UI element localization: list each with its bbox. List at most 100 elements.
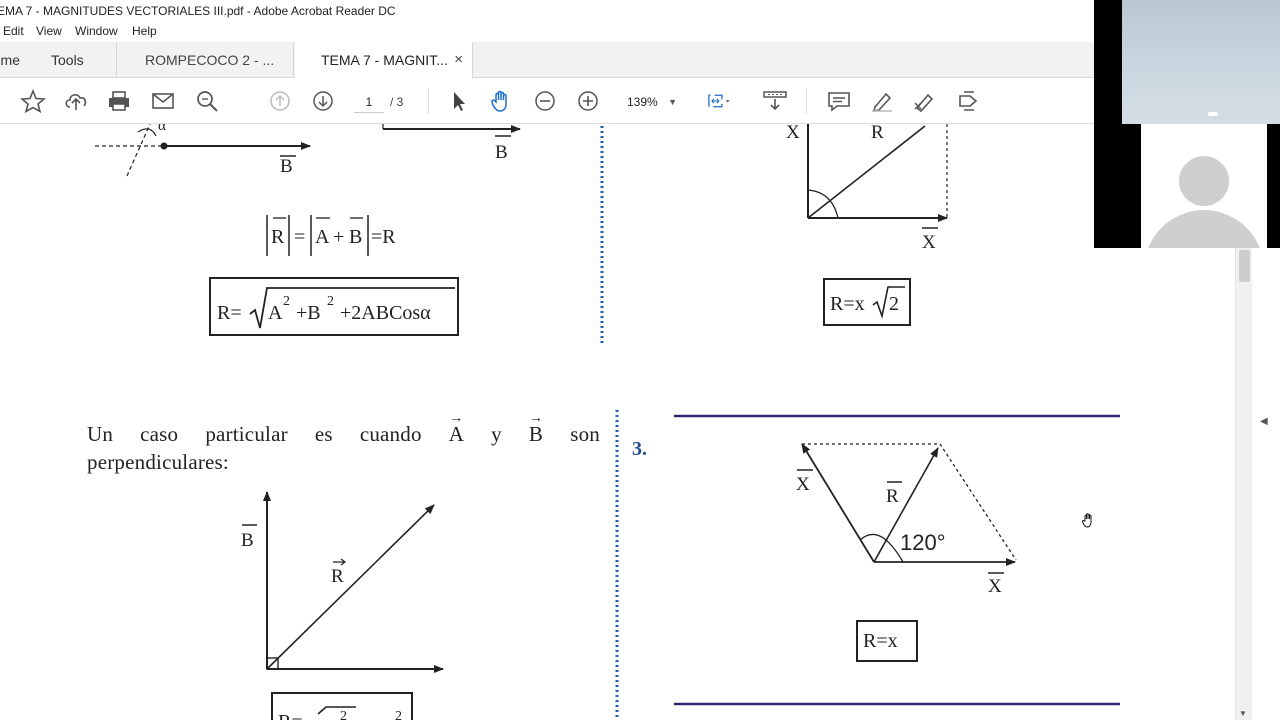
sign-icon[interactable] — [912, 89, 938, 113]
webcam-feed — [1122, 0, 1280, 124]
vector-r-label: R — [331, 566, 344, 587]
word: particular — [205, 422, 288, 446]
tab-document-tema7-label: TEMA 7 - MAGNIT... — [321, 52, 448, 68]
perpendicular-vector-diagram: B R — [241, 491, 444, 673]
scroll-mode-icon[interactable] — [762, 89, 788, 113]
page-number-input[interactable]: 1 — [354, 91, 384, 113]
formula-plus-b: +B — [296, 302, 321, 324]
tab-home-label: me — [0, 52, 20, 68]
avatar-body — [1144, 210, 1264, 248]
fit-page-icon[interactable] — [706, 89, 742, 113]
document-page[interactable]: α B B R = A + B =R R= A 2 +B 2 +2ABCosα … — [0, 124, 1235, 720]
toolbar-divider — [428, 88, 429, 114]
scrollbar-thumb[interactable] — [1239, 250, 1250, 282]
formula-prefix: R= — [278, 711, 303, 720]
hand-cursor-icon — [1081, 513, 1092, 528]
word: caso — [140, 422, 179, 446]
eq-plus: + — [333, 226, 344, 248]
highlight-icon[interactable] — [869, 89, 895, 113]
page-total: / 3 — [390, 95, 404, 109]
alpha-label: α — [158, 124, 166, 134]
star-icon[interactable] — [19, 88, 47, 114]
menu-window[interactable]: Window — [75, 24, 118, 38]
tab-document-rompecoco-label: ROMPECOCO 2 - ... — [145, 52, 275, 68]
menu-bar: Edit View Window Help — [0, 22, 1094, 42]
email-icon[interactable] — [150, 89, 176, 113]
vector-b-label: B — [241, 530, 254, 551]
vector-x-label: X — [786, 124, 800, 143]
result-root: 2 — [889, 293, 899, 315]
formula-exp: 2 — [395, 709, 402, 720]
vector-r-label: R — [886, 486, 899, 507]
rhombus-result-box: R=x — [856, 620, 918, 662]
tab-document-rompecoco[interactable]: ROMPECOCO 2 - ... — [116, 42, 294, 78]
magnitude-equation: R = A + B =R — [266, 215, 396, 256]
vertical-scrollbar[interactable]: ▼ — [1235, 248, 1252, 720]
rhombus-vector-diagram: X R 120° X — [796, 443, 1017, 597]
eq-b: B — [349, 226, 362, 248]
formula-a: A — [268, 302, 283, 324]
vector-b-label: B — [495, 142, 508, 163]
result-value: R=x — [863, 630, 898, 652]
menu-edit[interactable]: Edit — [3, 24, 24, 38]
window-title: EMA 7 - MAGNITUDES VECTORIALES III.pdf -… — [0, 4, 396, 18]
acrobat-window: EMA 7 - MAGNITUDES VECTORIALES III.pdf -… — [0, 0, 1280, 720]
vector-b-inline: B — [529, 405, 543, 448]
formula-exp: 2 — [340, 709, 347, 720]
menu-help[interactable]: Help — [132, 24, 157, 38]
zoom-in-icon[interactable] — [575, 89, 601, 113]
participant-avatar — [1141, 124, 1267, 248]
comment-icon[interactable] — [826, 89, 852, 113]
tab-bar: me Tools ROMPECOCO 2 - ... TEMA 7 - MAGN… — [0, 42, 1094, 79]
eq-a: A — [315, 226, 330, 248]
hand-icon[interactable] — [488, 89, 514, 113]
print-icon[interactable] — [106, 89, 132, 113]
zoom-out-icon[interactable] — [532, 89, 558, 113]
title-bar: EMA 7 - MAGNITUDES VECTORIALES III.pdf -… — [0, 0, 1094, 22]
word: es — [314, 422, 333, 446]
search-zoom-icon[interactable] — [194, 89, 220, 113]
formula-tail: +2ABCosα — [340, 302, 431, 324]
right-panel-collapsed: ◀ — [1252, 248, 1280, 720]
vector-x-label: X — [988, 576, 1002, 597]
formula-prefix: R= — [217, 302, 242, 324]
vector-x-label: X — [922, 232, 936, 253]
eq-equals: = — [294, 226, 305, 248]
angle-label: 120° — [900, 530, 946, 555]
vector-sum-diagram-top-left: α B B — [95, 124, 521, 177]
body-paragraph: Un caso particular es cuando A y B son p… — [87, 405, 600, 476]
select-pointer-icon[interactable] — [446, 89, 472, 113]
formula-exp: 2 — [327, 294, 334, 309]
perpendicular-formula-box: R= 2 2 — [271, 692, 413, 720]
tab-tools[interactable]: Tools — [51, 42, 84, 78]
word: Un — [87, 422, 114, 446]
page-up-icon[interactable] — [267, 89, 293, 113]
word: son — [570, 422, 600, 446]
square-vector-diagram: X R X — [786, 124, 948, 253]
vector-a-inline: A — [449, 405, 465, 448]
main-toolbar: 1 / 3 139% ▼ — [0, 79, 1094, 124]
zoom-level-value: 139% — [627, 95, 658, 109]
result-prefix: R=x — [830, 293, 865, 315]
close-tab-icon[interactable]: × — [454, 42, 463, 78]
toolbar-divider — [806, 88, 807, 114]
word: y — [491, 422, 502, 446]
upload-icon[interactable] — [63, 89, 89, 113]
more-tools-icon[interactable] — [956, 89, 982, 113]
avatar-head — [1179, 156, 1229, 206]
word: cuando — [359, 422, 422, 446]
menu-view[interactable]: View — [36, 24, 62, 38]
eq-equals-r: =R — [371, 226, 396, 248]
tab-document-tema7[interactable]: TEMA 7 - MAGNIT... × — [295, 42, 473, 79]
paragraph-line-2: perpendiculares: — [87, 450, 229, 474]
formula-exp: 2 — [283, 294, 290, 309]
chevron-down-icon: ▼ — [668, 97, 677, 107]
eq-r: R — [271, 226, 285, 248]
tab-home[interactable]: me — [0, 42, 20, 78]
expand-panel-icon[interactable]: ◀ — [1260, 416, 1268, 427]
vector-b-label: B — [280, 156, 293, 177]
zoom-level-select[interactable]: 139% ▼ — [617, 91, 685, 113]
item-number: 3. — [632, 438, 647, 460]
page-down-icon[interactable] — [310, 89, 336, 113]
scroll-down-icon[interactable]: ▼ — [1239, 709, 1247, 718]
